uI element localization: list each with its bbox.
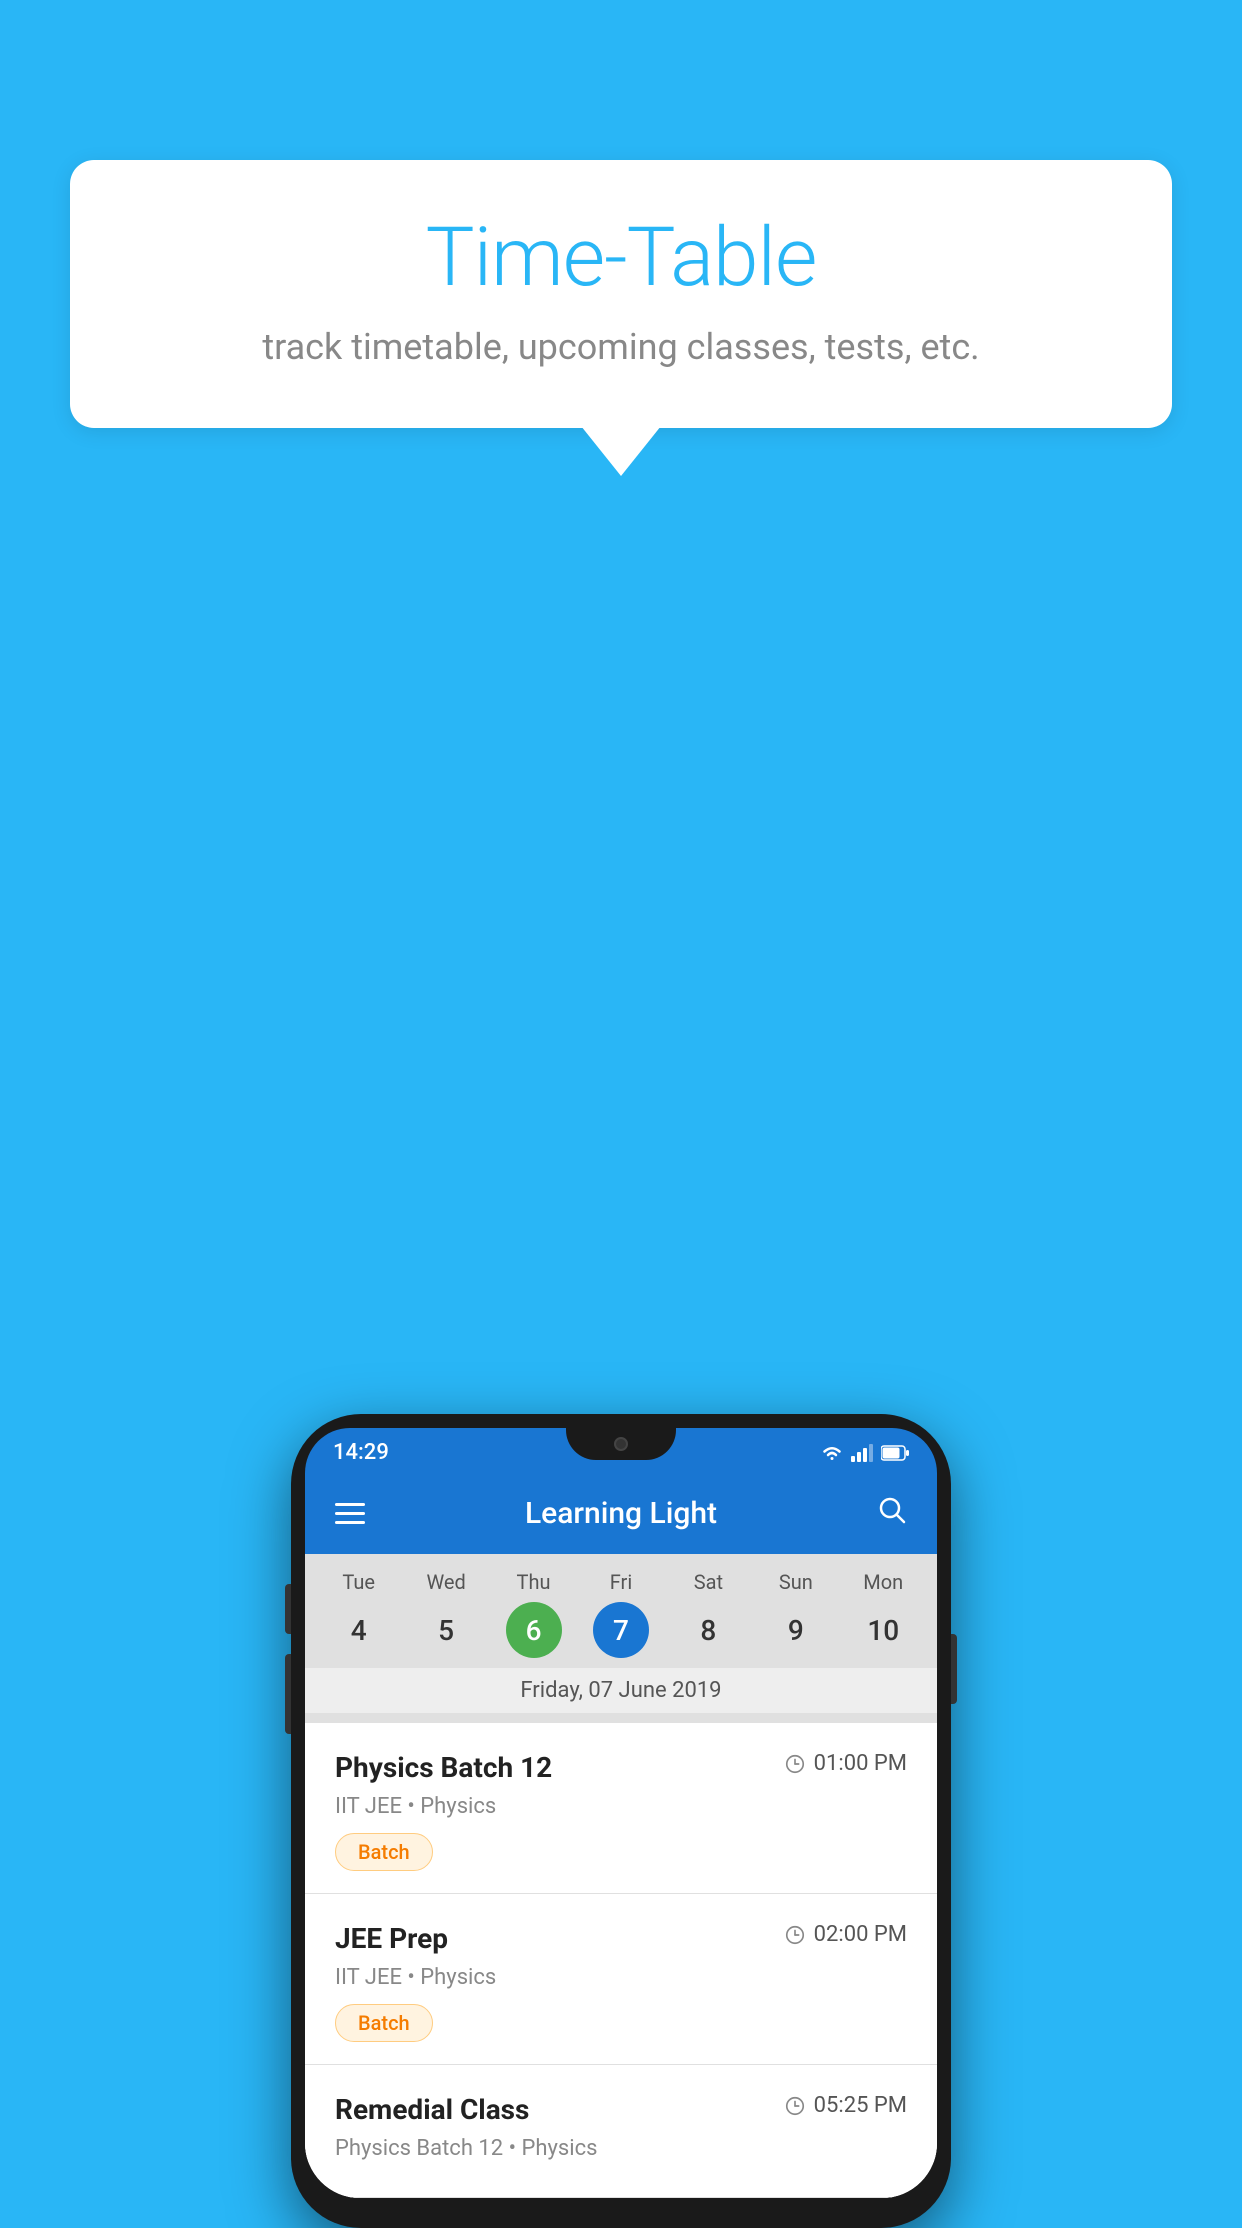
wifi-icon xyxy=(821,1444,843,1462)
status-time: 14:29 xyxy=(333,1440,389,1465)
schedule-item-2-subtitle: IIT JEE • Physics xyxy=(335,1965,907,1990)
phone-mockup: 14:29 xyxy=(291,1414,951,2228)
bubble-title: Time-Table xyxy=(110,210,1132,306)
schedule-item-1-header: Physics Batch 12 01:00 PM xyxy=(335,1751,907,1784)
status-bar: 14:29 xyxy=(305,1428,937,1473)
schedule-item-2[interactable]: JEE Prep 02:00 PM IIT JEE • Physics Batc… xyxy=(305,1894,937,2065)
selected-date: Friday, 07 June 2019 xyxy=(305,1668,937,1713)
app-title: Learning Light xyxy=(365,1496,877,1531)
schedule-item-1-title: Physics Batch 12 xyxy=(335,1751,552,1784)
schedule-item-2-title: JEE Prep xyxy=(335,1922,448,1955)
schedule-item-3-subtitle: Physics Batch 12 • Physics xyxy=(335,2136,907,2161)
schedule-item-3-header: Remedial Class 05:25 PM xyxy=(335,2093,907,2126)
schedule-list: Physics Batch 12 01:00 PM IIT JEE • Phys… xyxy=(305,1723,937,2198)
batch-badge-1: Batch xyxy=(335,1833,433,1871)
volume-up-button xyxy=(285,1584,291,1634)
calendar-day-wed[interactable]: Wed 5 xyxy=(406,1570,486,1658)
phone-frame: 14:29 xyxy=(291,1414,951,2228)
schedule-item-1-time: 01:00 PM xyxy=(784,1751,907,1776)
speech-bubble: Time-Table track timetable, upcoming cla… xyxy=(70,160,1172,428)
clock-icon-3 xyxy=(784,2095,806,2117)
clock-icon-1 xyxy=(784,1753,806,1775)
schedule-item-3-time: 05:25 PM xyxy=(784,2093,907,2118)
calendar-day-tue[interactable]: Tue 4 xyxy=(319,1570,399,1658)
calendar-day-thu[interactable]: Thu 6 xyxy=(494,1570,574,1658)
search-icon xyxy=(877,1495,907,1525)
volume-down-button xyxy=(285,1654,291,1734)
phone-screen: Learning Light Tue 4 We xyxy=(305,1473,937,2198)
calendar-day-row: Tue 4 Wed 5 Thu 6 Fri 7 xyxy=(305,1570,937,1658)
bubble-subtitle: track timetable, upcoming classes, tests… xyxy=(110,326,1132,368)
power-button xyxy=(951,1634,957,1704)
status-icons xyxy=(821,1444,909,1462)
battery-icon xyxy=(881,1445,909,1461)
clock-icon-2 xyxy=(784,1924,806,1946)
calendar-day-mon[interactable]: Mon 10 xyxy=(843,1570,923,1658)
camera-dot xyxy=(614,1437,628,1451)
calendar-strip: Tue 4 Wed 5 Thu 6 Fri 7 xyxy=(305,1554,937,1723)
menu-icon[interactable] xyxy=(335,1503,365,1524)
calendar-day-fri[interactable]: Fri 7 xyxy=(581,1570,661,1658)
app-bar: Learning Light xyxy=(305,1473,937,1554)
batch-badge-2: Batch xyxy=(335,2004,433,2042)
schedule-item-3[interactable]: Remedial Class 05:25 PM Physics Batch 12… xyxy=(305,2065,937,2198)
schedule-item-2-time: 02:00 PM xyxy=(784,1922,907,1947)
calendar-day-sat[interactable]: Sat 8 xyxy=(668,1570,748,1658)
schedule-item-2-header: JEE Prep 02:00 PM xyxy=(335,1922,907,1955)
notch xyxy=(566,1428,676,1460)
search-button[interactable] xyxy=(877,1495,907,1532)
calendar-day-sun[interactable]: Sun 9 xyxy=(756,1570,836,1658)
signal-icon xyxy=(851,1444,873,1462)
schedule-item-3-title: Remedial Class xyxy=(335,2093,529,2126)
schedule-item-1-subtitle: IIT JEE • Physics xyxy=(335,1794,907,1819)
schedule-item-1[interactable]: Physics Batch 12 01:00 PM IIT JEE • Phys… xyxy=(305,1723,937,1894)
